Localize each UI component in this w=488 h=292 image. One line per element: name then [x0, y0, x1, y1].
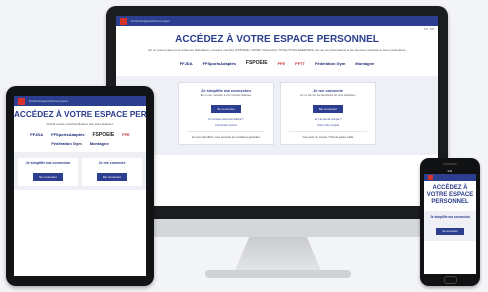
page-title: ACCÉDEZ À VOTRE ESPACE PERSONNEL	[175, 34, 379, 45]
logo-sports-adaptes[interactable]: FFSportsAdaptés	[51, 132, 84, 138]
logo-montagne[interactable]: Montagne	[355, 61, 374, 66]
phone-page-title: ACCÉDEZ À VOTRE ESPACE PERSONNEL	[426, 185, 474, 205]
logo-gym[interactable]: Fédération Gym	[51, 141, 81, 146]
card-left-text: En un clic, accédez à vos comptes fédéra…	[200, 94, 252, 97]
connect-button-left[interactable]: Se connecter	[211, 105, 241, 113]
logo-fspoeie[interactable]: FSPOEIE	[92, 132, 114, 138]
top-bar: Portail EspaceMonFormateur	[116, 16, 438, 26]
top-bar-title: Portail EspaceMonFormateur	[131, 19, 171, 23]
tablet-card-left-title: Je simplifie ma connexion	[25, 161, 71, 165]
monitor-chin	[106, 219, 448, 237]
tablet-card-left: Je simplifie ma connexion Se connecter	[18, 158, 78, 186]
tablet-card-right: Je me connecte Me connecter	[82, 158, 142, 186]
phone-card-title: Je simplifie ma connexion	[430, 215, 470, 219]
brand-logo-icon[interactable]	[428, 175, 433, 180]
logo-ffe[interactable]: FFE	[122, 132, 130, 138]
card-left-link1[interactable]: Un compte personnel fédéral ?	[183, 118, 269, 121]
card-simplify-connection: Je simplifie ma connexion En un clic, ac…	[178, 82, 274, 145]
phone-device: 9:41 ACCÉDEZ À VOTRE ESPACE PERSONNEL Je…	[420, 158, 480, 286]
phone-top-bar	[424, 174, 476, 181]
tablet-screen: Portail EspaceMonFormateur ACCÉDEZ À VOT…	[14, 96, 146, 276]
connect-button-right[interactable]: Me connecter	[312, 105, 344, 113]
logo-ffe[interactable]: FFE	[278, 61, 286, 66]
card-right-link2[interactable]: Créer votre compte	[285, 124, 371, 127]
brand-logo-icon[interactable]	[18, 97, 25, 105]
logo-sports-adaptes[interactable]: FFSportsAdaptés	[203, 61, 236, 66]
logo-fspoeie[interactable]: FSPOEIE	[246, 60, 268, 66]
tablet-login-cards: Je simplifie ma connexion Se connecter J…	[14, 152, 146, 190]
monitor-base	[205, 270, 351, 278]
tablet-logos: FFJDA FFSportsAdaptés FSPOEIE FFE Fédéra…	[26, 132, 134, 146]
tablet-card-right-title: Je me connecte	[98, 161, 126, 165]
card-right-title: Je me connecte	[312, 88, 343, 93]
tablet-top-bar-title: Portail EspaceMonFormateur	[29, 99, 69, 103]
lang-en[interactable]: EN	[430, 27, 434, 31]
phone-screen: 9:41 ACCÉDEZ À VOTRE ESPACE PERSONNEL Je…	[424, 170, 476, 274]
tablet-top-bar: Portail EspaceMonFormateur	[14, 96, 146, 106]
phone-connect-button[interactable]: Se connecter	[436, 228, 464, 235]
divider	[187, 131, 265, 132]
tablet-connect-button-left[interactable]: Se connecter	[33, 173, 63, 181]
desktop-screen: Portail EspaceMonFormateur FR EN ACCÉDEZ…	[116, 16, 438, 206]
login-cards: Je simplifie ma connexion En un clic, ac…	[116, 82, 438, 145]
card-right-footer[interactable]: Vous avez un compte ? Mot de passe oubli…	[285, 136, 371, 139]
language-switcher[interactable]: FR EN	[424, 27, 434, 31]
tablet-subtitle: Portail unique d'authentification des si…	[46, 122, 114, 126]
lang-fr[interactable]: FR	[424, 27, 428, 31]
tablet-device: Portail EspaceMonFormateur ACCÉDEZ À VOT…	[6, 86, 154, 286]
card-right-text: En un clic sur les identifiants de votre…	[300, 94, 356, 97]
logo-ffjda[interactable]: FFJDA	[180, 61, 193, 66]
home-button[interactable]	[444, 276, 457, 284]
tablet-page-title: ACCÉDEZ À VOTRE ESPACE PERSONNEL	[14, 110, 146, 119]
brand-logo-icon[interactable]	[120, 17, 127, 25]
phone-login-card: Je simplifie ma connexion Se connecter	[424, 211, 476, 241]
page-subtitle: En un point unique pour toutes les fédér…	[148, 48, 406, 52]
login-band: Je simplifie ma connexion En un clic, ac…	[116, 76, 438, 155]
logo-ffjda[interactable]: FFJDA	[30, 132, 43, 138]
tablet-connect-button-right[interactable]: Me connecter	[96, 173, 128, 181]
card-left-link2[interactable]: Connectez-vous ici	[183, 124, 269, 127]
divider	[289, 131, 367, 132]
logo-montagne[interactable]: Montagne	[90, 141, 109, 146]
logo-gym[interactable]: Fédération Gym	[315, 61, 345, 66]
card-left-footer: En vous identifiant, vous acceptez les c…	[192, 136, 260, 139]
federation-logos: FFJDA FFSportsAdaptés FSPOEIE FFE FFTT F…	[116, 60, 438, 66]
desktop-monitor: Portail EspaceMonFormateur FR EN ACCÉDEZ…	[106, 6, 448, 228]
card-connect: Je me connecte En un clic sur les identi…	[280, 82, 376, 145]
phone-speaker	[443, 163, 457, 165]
card-right-link1[interactable]: Je n'ai pas de compte ?	[285, 118, 371, 121]
card-left-title: Je simplifie ma connexion	[201, 88, 251, 93]
logo-fftt[interactable]: FFTT	[295, 61, 305, 66]
device-mockup-scene: Portail EspaceMonFormateur FR EN ACCÉDEZ…	[0, 0, 488, 292]
